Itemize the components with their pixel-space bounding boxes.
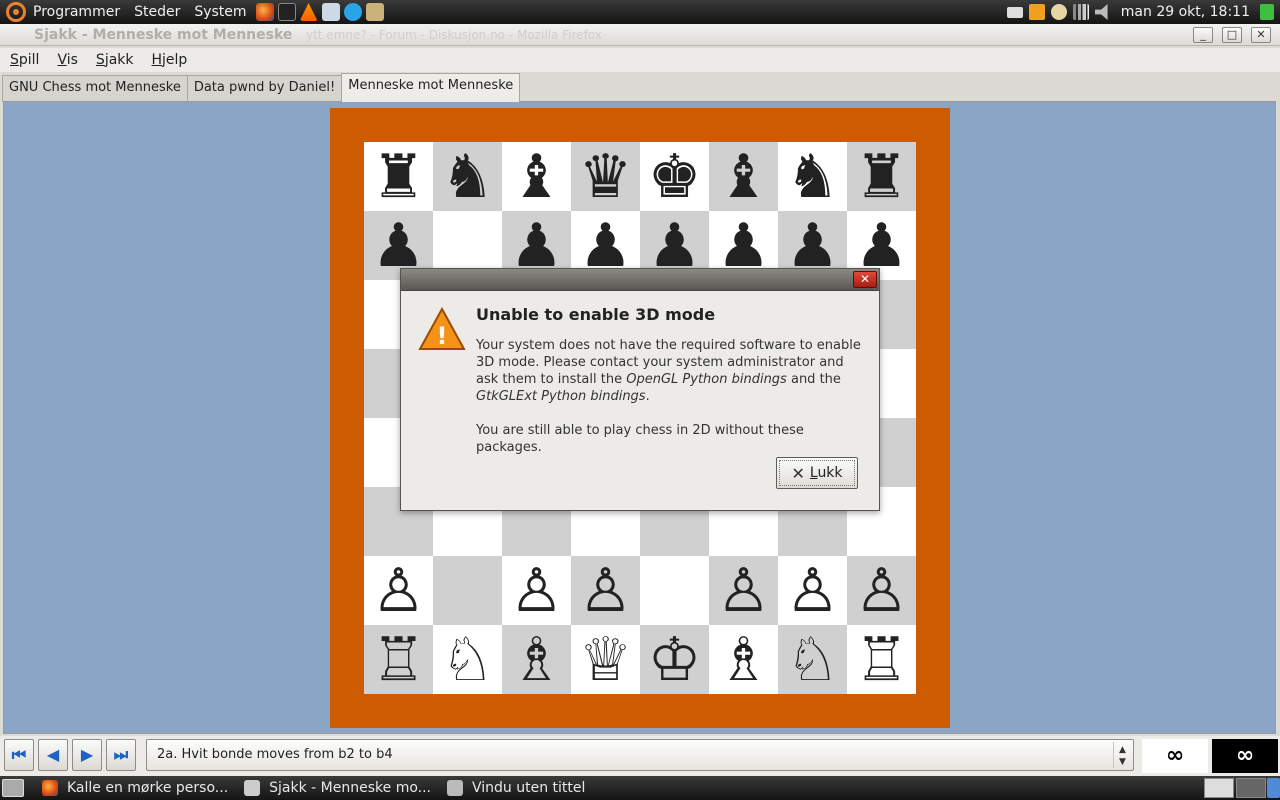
- menu-sjakk[interactable]: Sjakk: [86, 52, 142, 68]
- square-a2[interactable]: ♙: [364, 556, 433, 625]
- chess-icon: [244, 780, 261, 796]
- task-vindu[interactable]: Vindu uten tittel: [439, 776, 593, 800]
- menu-programmer[interactable]: Programmer: [26, 0, 127, 24]
- first-move-button[interactable]: ⏮: [4, 739, 34, 771]
- maximize-button[interactable]: □: [1222, 27, 1242, 43]
- square-h8[interactable]: ♜: [847, 142, 916, 211]
- background-window-title: ytt emne? - Forum - Diskusjon.no - Mozil…: [306, 28, 602, 42]
- square-f2[interactable]: ♙: [709, 556, 778, 625]
- show-desktop-icon[interactable]: [2, 779, 24, 797]
- menubar: Spill Vis Sjakk Hjelp: [0, 48, 1280, 72]
- network-signal-icon[interactable]: [1072, 4, 1089, 20]
- square-f8[interactable]: ♝: [709, 142, 778, 211]
- lukk-button[interactable]: ✕ Lukk: [776, 457, 858, 489]
- ubuntu-logo-icon[interactable]: [6, 2, 26, 22]
- window-icon: [447, 780, 464, 796]
- workspace-2[interactable]: [1236, 778, 1266, 798]
- square-d8[interactable]: ♛: [571, 142, 640, 211]
- task-firefox[interactable]: Kalle en mørke perso...: [34, 776, 236, 800]
- square-h1[interactable]: ♖: [847, 625, 916, 694]
- square-c1[interactable]: ♗: [502, 625, 571, 694]
- mail-icon[interactable]: [1006, 6, 1023, 18]
- move-history-text: 2a. Hvit bonde moves from b2 to b4: [157, 747, 393, 762]
- square-g1[interactable]: ♘: [778, 625, 847, 694]
- square-d1[interactable]: ♕: [571, 625, 640, 694]
- workspace-1[interactable]: [1204, 778, 1234, 798]
- firefox-icon[interactable]: [255, 3, 274, 21]
- square-a1[interactable]: ♖: [364, 625, 433, 694]
- square-d2[interactable]: ♙: [571, 556, 640, 625]
- tab-gnu-chess[interactable]: GNU Chess mot Menneske: [2, 75, 188, 102]
- move-history-combo[interactable]: 2a. Hvit bonde moves from b2 to b4 ▲ ▼: [146, 739, 1134, 771]
- volume-icon[interactable]: [1094, 4, 1108, 20]
- game-tabs: GNU Chess mot Menneske Data pwnd by Dani…: [2, 73, 521, 102]
- dialog-close-button[interactable]: ✕: [853, 271, 877, 288]
- vlc-icon[interactable]: [299, 3, 318, 21]
- dialog-titlebar[interactable]: ✕: [401, 269, 879, 291]
- next-move-button[interactable]: ▶: [72, 739, 102, 771]
- top-panel: Programmer Steder System man 29 okt, 18:…: [0, 0, 1280, 24]
- error-dialog: ✕ ! Unable to enable 3D mode Your system…: [400, 268, 880, 511]
- dialog-message: Your system does not have the required s…: [476, 337, 868, 473]
- square-e8[interactable]: ♚: [640, 142, 709, 211]
- notes-icon[interactable]: [1028, 4, 1045, 20]
- people-icon[interactable]: [365, 3, 384, 21]
- close-window-button[interactable]: ✕: [1251, 27, 1271, 43]
- mail-client-icon[interactable]: [321, 3, 340, 21]
- black-clock: ∞: [1212, 739, 1278, 773]
- previous-move-button[interactable]: ◀: [38, 739, 68, 771]
- dialog-heading: Unable to enable 3D mode: [476, 305, 716, 324]
- skype-icon[interactable]: [343, 3, 362, 21]
- minimize-button[interactable]: _: [1193, 27, 1213, 43]
- combo-arrows-icon[interactable]: ▲ ▼: [1113, 742, 1131, 768]
- terminal-icon[interactable]: [277, 3, 296, 21]
- panel-clock[interactable]: man 29 okt, 18:11: [1114, 0, 1257, 24]
- square-e2[interactable]: [640, 556, 709, 625]
- user-icon[interactable]: [1050, 4, 1067, 20]
- square-c8[interactable]: ♝: [502, 142, 571, 211]
- close-icon: ✕: [791, 463, 805, 483]
- last-move-button[interactable]: ⏭: [106, 739, 136, 771]
- dialog-paragraph-2: You are still able to play chess in 2D w…: [476, 423, 804, 455]
- firefox-icon: [42, 780, 58, 796]
- square-b8[interactable]: ♞: [433, 142, 502, 211]
- square-a8[interactable]: ♜: [364, 142, 433, 211]
- bottom-taskbar: Kalle en mørke perso... Sjakk - Menneske…: [0, 776, 1280, 800]
- square-b1[interactable]: ♘: [433, 625, 502, 694]
- square-c2[interactable]: ♙: [502, 556, 571, 625]
- square-g8[interactable]: ♞: [778, 142, 847, 211]
- menu-steder[interactable]: Steder: [127, 0, 187, 24]
- warning-glyph: !: [437, 322, 448, 350]
- lukk-button-label: Lukk: [809, 465, 843, 481]
- menu-hjelp[interactable]: Hjelp: [142, 52, 196, 68]
- menu-vis[interactable]: Vis: [47, 52, 85, 68]
- logout-icon[interactable]: [1260, 4, 1274, 20]
- tab-menneske-mot-menneske[interactable]: Menneske mot Menneske: [341, 73, 521, 102]
- dialog-paragraph-1: Your system does not have the required s…: [476, 338, 861, 404]
- square-g2[interactable]: ♙: [778, 556, 847, 625]
- window-titlebar[interactable]: ytt emne? - Forum - Diskusjon.no - Mozil…: [0, 24, 1280, 46]
- task-sjakk[interactable]: Sjakk - Menneske mo...: [236, 776, 439, 800]
- warning-icon: !: [418, 307, 466, 350]
- menu-system[interactable]: System: [187, 0, 253, 24]
- trash-icon[interactable]: [1267, 778, 1280, 798]
- white-clock: ∞: [1142, 739, 1208, 773]
- square-e1[interactable]: ♔: [640, 625, 709, 694]
- window-title: Sjakk - Menneske mot Menneske: [34, 27, 293, 43]
- square-f1[interactable]: ♗: [709, 625, 778, 694]
- square-h2[interactable]: ♙: [847, 556, 916, 625]
- move-navigation-bar: ⏮ ◀ ▶ ⏭ 2a. Hvit bonde moves from b2 to …: [0, 736, 1280, 776]
- menu-spill[interactable]: Spill: [0, 52, 47, 68]
- square-b2[interactable]: [433, 556, 502, 625]
- tab-data-pwnd[interactable]: Data pwnd by Daniel!: [186, 75, 343, 102]
